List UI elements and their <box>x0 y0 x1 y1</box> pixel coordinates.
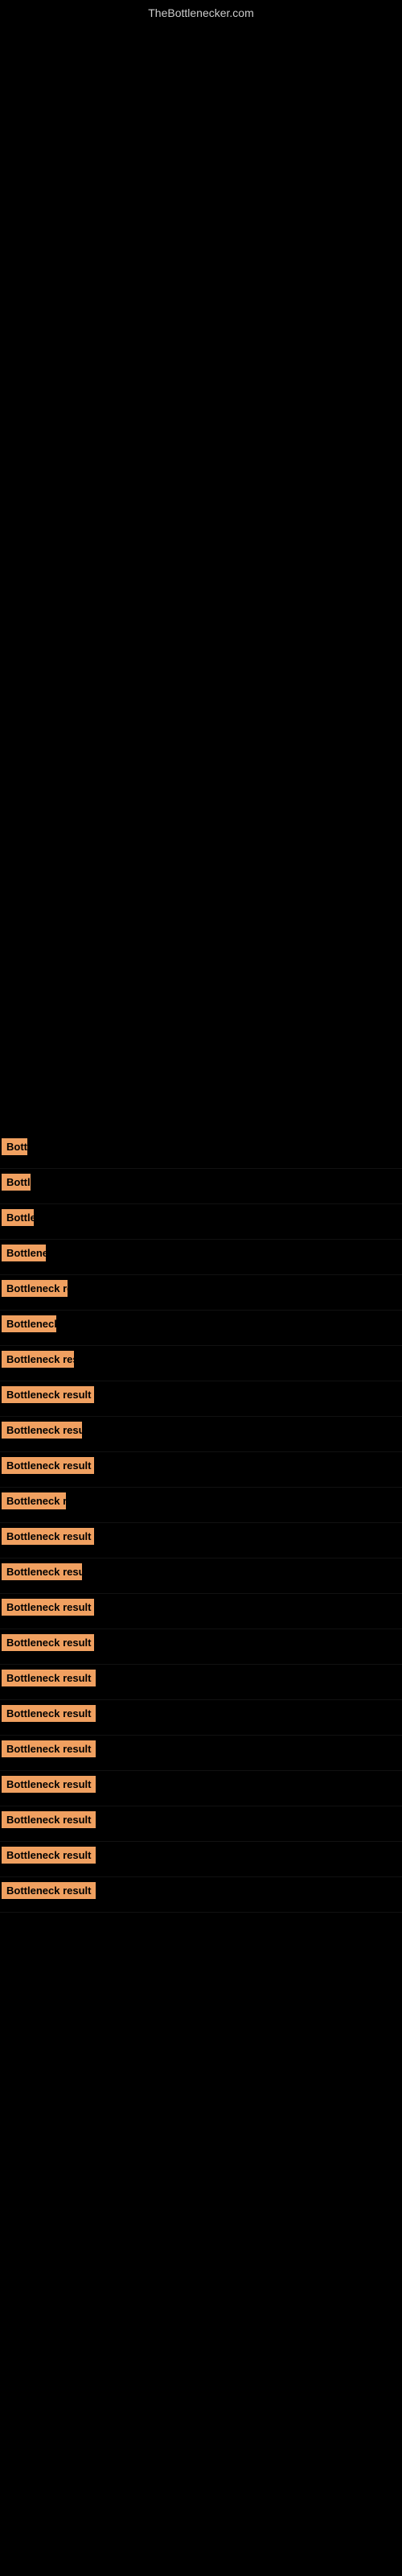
bottleneck-result-badge: Bottleneck result <box>2 1563 82 1580</box>
bottleneck-result-badge: Bottleneck result <box>2 1776 96 1793</box>
bottleneck-result-badge: Bottleneck result <box>2 1528 94 1545</box>
bottleneck-result-badge: Bottleneck result <box>2 1670 96 1686</box>
bottleneck-row: Bottleneck result <box>0 1169 402 1204</box>
site-title: TheBottlenecker.com <box>0 0 402 23</box>
bottleneck-row: Bottleneck result <box>0 1594 402 1629</box>
bottleneck-row: Bottleneck result <box>0 1842 402 1877</box>
bottleneck-row: Bottleneck result <box>0 1665 402 1700</box>
bottleneck-result-badge: Bottleneck result <box>2 1138 27 1155</box>
bottleneck-result-badge: Bottleneck result <box>2 1422 82 1439</box>
bottleneck-row: Bottleneck result <box>0 1523 402 1558</box>
bottleneck-result-badge: Bottleneck result <box>2 1847 96 1864</box>
bottleneck-row: Bottleneck result <box>0 1346 402 1381</box>
bottleneck-result-badge: Bottleneck result <box>2 1315 56 1332</box>
bottleneck-row: Bottleneck result <box>0 1629 402 1665</box>
bottleneck-row: Bottleneck result <box>0 1381 402 1417</box>
bottleneck-row: Bottleneck result <box>0 1417 402 1452</box>
bottleneck-result-badge: Bottleneck result <box>2 1811 96 1828</box>
bottleneck-row: Bottleneck result <box>0 1311 402 1346</box>
bottleneck-result-badge: Bottleneck result <box>2 1599 94 1616</box>
bottleneck-row: Bottleneck result <box>0 1771 402 1806</box>
bottleneck-result-badge: Bottleneck result <box>2 1705 96 1722</box>
bottleneck-result-badge: Bottleneck result <box>2 1174 31 1191</box>
bottleneck-row: Bottleneck result <box>0 1806 402 1842</box>
bottleneck-result-badge: Bottleneck result <box>2 1882 96 1899</box>
bottleneck-result-badge: Bottleneck result <box>2 1634 94 1651</box>
bottleneck-row: Bottleneck result <box>0 1240 402 1275</box>
bottleneck-result-badge: Bottleneck result <box>2 1492 66 1509</box>
bottleneck-result-badge: Bottleneck result <box>2 1457 94 1474</box>
bottleneck-row: Bottleneck result <box>0 1558 402 1594</box>
bottleneck-row: Bottleneck result <box>0 1204 402 1240</box>
bottleneck-row: Bottleneck result <box>0 1877 402 1913</box>
bottleneck-row: Bottleneck result <box>0 1133 402 1169</box>
bottleneck-result-badge: Bottleneck result <box>2 1245 46 1261</box>
bottleneck-row: Bottleneck result <box>0 1488 402 1523</box>
bottleneck-result-badge: Bottleneck result <box>2 1351 74 1368</box>
bottleneck-row: Bottleneck result <box>0 1452 402 1488</box>
bottleneck-row: Bottleneck result <box>0 1736 402 1771</box>
bottleneck-result-badge: Bottleneck result <box>2 1209 34 1226</box>
bottleneck-result-badge: Bottleneck result <box>2 1386 94 1403</box>
bottleneck-row: Bottleneck result <box>0 1700 402 1736</box>
bottleneck-result-badge: Bottleneck result <box>2 1280 68 1297</box>
bottleneck-row: Bottleneck result <box>0 1275 402 1311</box>
bottleneck-result-badge: Bottleneck result <box>2 1740 96 1757</box>
